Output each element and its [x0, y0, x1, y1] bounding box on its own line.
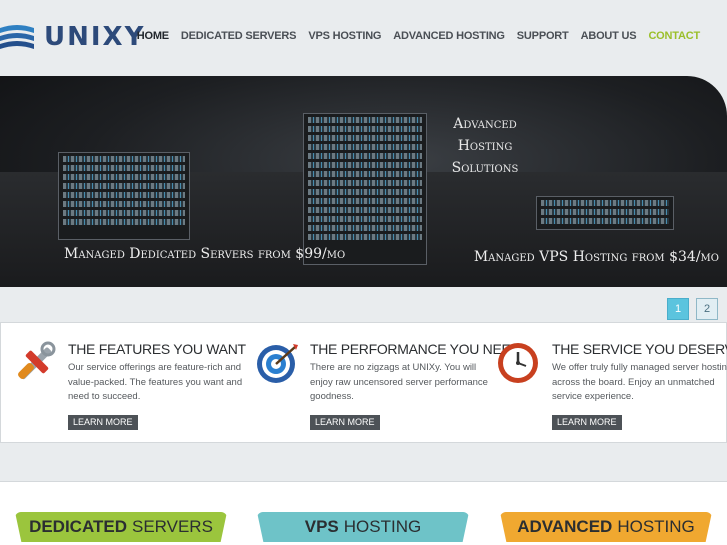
nav-dedicated-servers[interactable]: DEDICATED SERVERS	[181, 30, 297, 42]
plan-advanced-hosting[interactable]: ADVANCED HOSTING	[500, 512, 712, 542]
hero-banner[interactable]: Advanced Hosting Solutions Managed Dedic…	[0, 76, 727, 287]
dedicated-server-image	[58, 152, 190, 240]
features-section: THE FEATURES YOU WANT Our service offeri…	[0, 322, 727, 443]
nav-vps-hosting[interactable]: VPS HOSTING	[308, 30, 381, 42]
feature-text: We offer truly fully managed server host…	[552, 362, 727, 402]
nav-about-us[interactable]: ABOUT US	[581, 30, 637, 42]
main-nav: HOME DEDICATED SERVERS VPS HOSTING ADVAN…	[125, 30, 700, 42]
header: UNIXY HOME DEDICATED SERVERS VPS HOSTING…	[0, 0, 727, 76]
plan-dedicated-servers[interactable]: DEDICATED SERVERS	[15, 512, 227, 542]
plan-name-rest: HOSTING	[343, 517, 422, 536]
nav-contact[interactable]: CONTACT	[648, 30, 700, 42]
nav-home[interactable]: HOME	[137, 30, 169, 42]
plan-name-rest: HOSTING	[617, 517, 695, 536]
feature-title: THE SERVICE YOU DESERVE	[552, 341, 727, 357]
feature-title: THE FEATURES YOU WANT	[68, 341, 246, 357]
plans-section: DEDICATED SERVERS VPS HOSTING ADVANCED H…	[0, 481, 727, 545]
vps-server-image	[536, 196, 674, 230]
pager-button-1[interactable]: 1	[667, 298, 689, 320]
plan-name-bold: VPS	[304, 517, 339, 536]
hero-title-line2: Solutions	[451, 160, 519, 176]
plan-name-bold: ADVANCED	[517, 517, 613, 536]
server-rack-image	[303, 113, 427, 265]
logo[interactable]: UNIXY	[0, 22, 145, 52]
vps-caption[interactable]: Managed VPS Hosting from $34/mo	[474, 249, 719, 265]
tools-icon	[18, 341, 56, 380]
dedicated-caption[interactable]: Managed Dedicated Servers from $99/mo	[64, 246, 345, 262]
clock-icon	[498, 343, 538, 383]
feature-text: Our service offerings are feature-rich a…	[68, 362, 243, 402]
learn-more-button[interactable]: LEARN MORE	[310, 415, 380, 430]
feature-title: THE PERFORMANCE YOU NEED	[310, 341, 521, 357]
plan-name-bold: DEDICATED	[29, 517, 127, 536]
pager-button-2[interactable]: 2	[696, 298, 718, 320]
target-icon	[257, 344, 298, 383]
plan-vps-hosting[interactable]: VPS HOSTING	[257, 512, 469, 542]
feature-text: There are no zigzags at UNIXy. You will …	[310, 362, 488, 402]
learn-more-button[interactable]: LEARN MORE	[552, 415, 622, 430]
hero-title: Advanced Hosting Solutions	[430, 113, 540, 179]
nav-support[interactable]: SUPPORT	[517, 30, 569, 42]
learn-more-button[interactable]: LEARN MORE	[68, 415, 138, 430]
hero-title-line1: Advanced Hosting	[453, 116, 517, 154]
nav-advanced-hosting[interactable]: ADVANCED HOSTING	[393, 30, 505, 42]
slider-pager: 1 2	[667, 298, 718, 320]
plan-name-rest: SERVERS	[131, 517, 213, 536]
logo-waves-icon	[0, 25, 34, 49]
